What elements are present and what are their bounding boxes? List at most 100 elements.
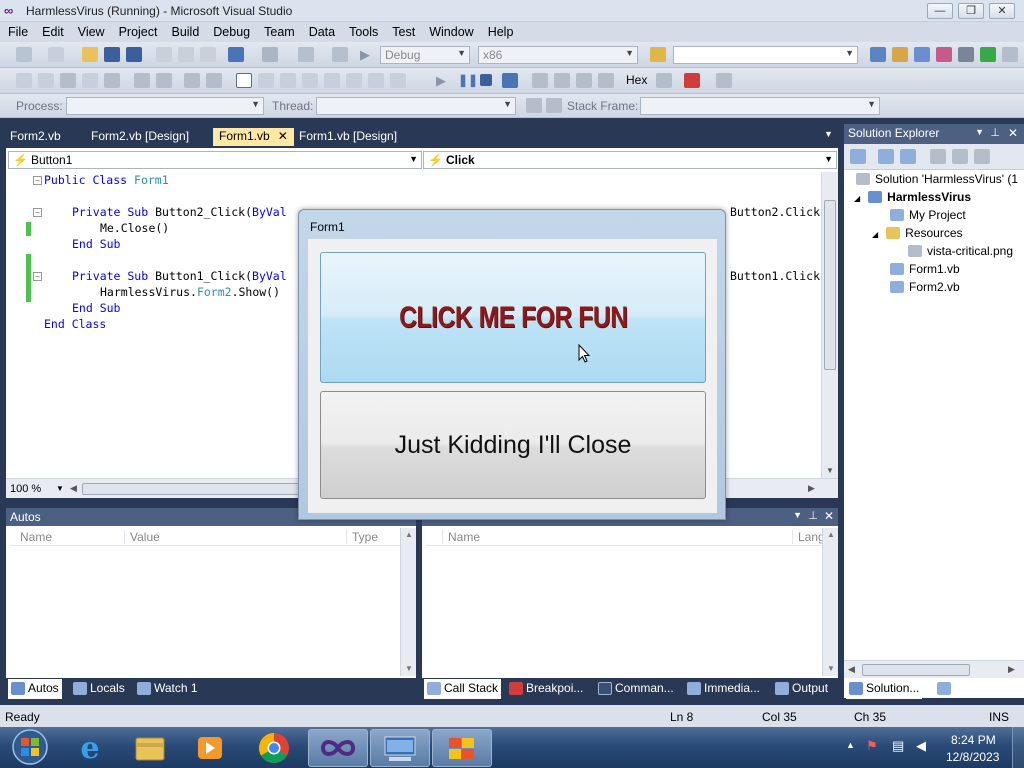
menu-file[interactable]: File: [0, 22, 34, 39]
cut-icon[interactable]: [156, 47, 172, 62]
process-dropdown[interactable]: ▼: [66, 97, 264, 115]
solution-explorer-hscroll[interactable]: ◀ ▶: [844, 660, 1024, 678]
close-panel-icon[interactable]: ✕: [1008, 126, 1018, 140]
tree-item-form2[interactable]: Form2.vb: [890, 280, 960, 294]
collapse-icon[interactable]: −: [33, 272, 42, 281]
decrease-indent-icon[interactable]: [134, 73, 150, 88]
show-all-files-icon[interactable]: [878, 149, 894, 164]
network-icon[interactable]: ▤: [892, 738, 904, 754]
tree-item-resources[interactable]: ◢ Resources: [872, 226, 963, 240]
toolbar-options-2-icon[interactable]: [716, 73, 732, 88]
tab-solution-explorer[interactable]: Solution...: [846, 679, 923, 699]
taskbar-chrome[interactable]: [244, 729, 304, 767]
taskbar-media-player[interactable]: [180, 729, 240, 767]
horizontal-scrollbar-thumb[interactable]: [82, 483, 302, 495]
navigate-backward-icon[interactable]: [298, 47, 314, 62]
tree-item-project[interactable]: ◢ HarmlessVirus: [854, 190, 971, 204]
start-button[interactable]: [2, 727, 58, 768]
complete-word-icon[interactable]: [82, 73, 98, 88]
tab-autos[interactable]: Autos: [8, 679, 62, 699]
solution-platform-dropdown[interactable]: x86 ▼: [478, 46, 638, 64]
stop-debugging-icon[interactable]: [480, 74, 492, 86]
method-name-dropdown[interactable]: ⚡ Click ▼: [423, 151, 837, 169]
increase-indent-icon[interactable]: [156, 73, 172, 88]
start-debugging-icon[interactable]: ▶: [360, 47, 376, 62]
close-panel-icon[interactable]: ✕: [824, 509, 834, 523]
comment-out-icon[interactable]: [184, 73, 200, 88]
undo-icon[interactable]: [228, 47, 244, 62]
copy-icon[interactable]: [178, 47, 194, 62]
tab-overflow-dropdown-icon[interactable]: ▼: [818, 128, 839, 146]
tab-immediate[interactable]: Immedia...: [684, 679, 763, 699]
scroll-left-icon[interactable]: ◀: [848, 664, 855, 675]
solution-explorer-icon[interactable]: [870, 47, 886, 62]
clock-time[interactable]: 8:24 PM: [951, 733, 996, 747]
clear-bookmarks-icon[interactable]: [390, 73, 406, 88]
menu-data[interactable]: Data: [301, 22, 341, 39]
code-line[interactable]: End Sub: [72, 301, 120, 315]
parameter-info-icon[interactable]: [38, 73, 54, 88]
scroll-up-icon[interactable]: ▲: [405, 530, 413, 539]
taskbar-explorer[interactable]: [120, 729, 180, 767]
clock-date[interactable]: 12/8/2023: [946, 750, 999, 764]
menu-view[interactable]: View: [70, 22, 111, 39]
object-browser-icon[interactable]: [914, 47, 930, 62]
menu-debug[interactable]: Debug: [205, 22, 256, 39]
break-all-icon[interactable]: ❚❚: [458, 73, 478, 88]
paste-icon[interactable]: [200, 47, 216, 62]
add-item-icon[interactable]: [48, 47, 64, 62]
next-bookmark-icon[interactable]: [280, 73, 296, 88]
taskbar-internet-explorer[interactable]: e: [60, 729, 120, 767]
column-type[interactable]: Type: [346, 530, 378, 544]
show-only-flagged-threads-icon[interactable]: [546, 98, 562, 113]
display-object-members-icon[interactable]: [16, 73, 32, 88]
zoom-level[interactable]: 100 %: [10, 483, 41, 495]
column-name[interactable]: Name: [442, 530, 480, 544]
code-line[interactable]: Private Sub Button2_Click(ByVal: [72, 205, 287, 219]
toolbox-icon[interactable]: [936, 47, 952, 62]
step-over-icon[interactable]: [576, 73, 592, 88]
breakpoints-icon[interactable]: [684, 73, 700, 88]
tree-item-my-project[interactable]: My Project: [890, 208, 966, 222]
taskbar-office[interactable]: [432, 729, 492, 767]
view-class-diagram-icon[interactable]: [974, 149, 990, 164]
uncomment-icon[interactable]: [206, 73, 222, 88]
tab-breakpoints[interactable]: Breakpoi...: [506, 679, 586, 699]
autos-scrollbar[interactable]: ▲ ▼: [400, 528, 416, 676]
scroll-down-icon[interactable]: ▼: [827, 664, 835, 673]
scrollbar-thumb[interactable]: [824, 200, 836, 370]
tab-team-explorer[interactable]: Team Ex...: [934, 679, 1014, 699]
class-name-dropdown[interactable]: ⚡ Button1 ▼: [8, 151, 422, 169]
window-position-icon[interactable]: ▼: [793, 510, 802, 520]
window-position-icon[interactable]: ▼: [975, 127, 984, 137]
call-stack-scrollbar[interactable]: ▲ ▼: [822, 528, 838, 676]
scroll-right-icon[interactable]: ▶: [1008, 664, 1015, 675]
previous-bookmark-folder-icon[interactable]: [302, 73, 318, 88]
pin-icon[interactable]: ⊥: [808, 509, 818, 522]
bookmark-icon[interactable]: [236, 73, 252, 88]
previous-bookmark-icon[interactable]: [258, 73, 274, 88]
close-tab-icon[interactable]: ✕: [278, 129, 288, 143]
tab-form2-vb[interactable]: Form2.vb: [4, 128, 67, 146]
scroll-left-icon[interactable]: ◀: [70, 483, 77, 494]
scroll-right-icon[interactable]: ▶: [808, 483, 815, 494]
horizontal-scrollbar-thumb[interactable]: [862, 664, 970, 676]
action-center-icon[interactable]: ⚑: [866, 738, 878, 754]
tree-item-solution[interactable]: Solution 'HarmlessVirus' (1: [856, 172, 1018, 186]
view-code-icon[interactable]: [930, 149, 946, 164]
tab-call-stack[interactable]: Call Stack: [424, 679, 502, 699]
solution-configuration-dropdown[interactable]: Debug ▼: [380, 46, 470, 64]
taskbar-visual-studio[interactable]: [308, 729, 368, 767]
restart-icon[interactable]: [502, 73, 518, 88]
menu-build[interactable]: Build: [163, 22, 205, 39]
start-page-icon[interactable]: [980, 47, 996, 62]
column-lang[interactable]: Lang: [792, 530, 825, 544]
code-line[interactable]: HarmlessVirus.Form2.Show(): [100, 285, 280, 299]
code-line-tail[interactable]: Button1.Click: [730, 269, 820, 283]
continue-icon[interactable]: ▶: [436, 73, 452, 88]
toggle-current-thread-flag-icon[interactable]: [526, 98, 542, 113]
collapse-triangle-icon[interactable]: ◢: [872, 230, 878, 239]
autos-helper-icon[interactable]: [104, 73, 120, 88]
menu-window[interactable]: Window: [421, 22, 479, 39]
tree-item-form1[interactable]: Form1.vb: [890, 262, 960, 276]
